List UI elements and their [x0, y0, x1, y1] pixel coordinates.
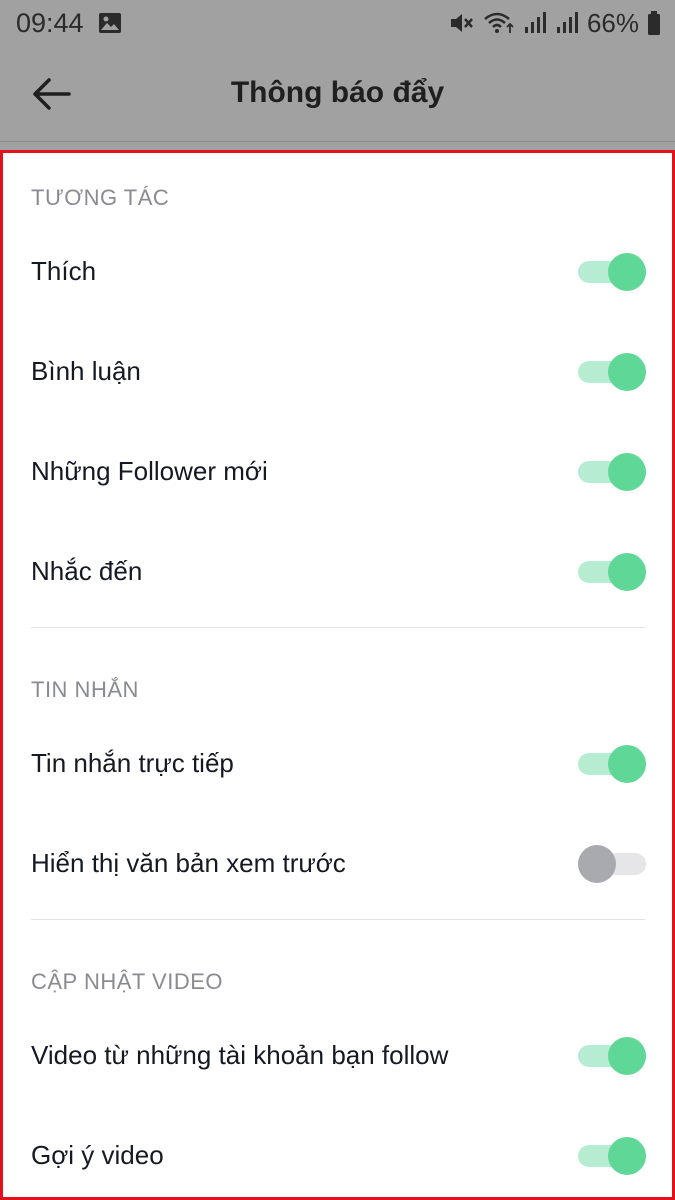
signal-icon: [523, 11, 547, 35]
setting-label: Hiển thị văn bản xem trước: [31, 847, 346, 878]
setting-label: Nhắc đến: [31, 555, 143, 586]
setting-row-video-suggestions[interactable]: Gợi ý video: [3, 1110, 672, 1200]
settings-content: TƯƠNG TÁC Thích Bình luận Những Follower…: [0, 150, 675, 1200]
section-divider: [31, 627, 645, 628]
battery-icon: [647, 10, 661, 36]
setting-label: Tin nhắn trực tiếp: [31, 747, 234, 778]
section-divider: [31, 919, 645, 920]
mute-icon: [449, 11, 475, 35]
setting-label: Những Follower mới: [31, 455, 268, 486]
setting-row-followed-videos[interactable]: Video từ những tài khoản bạn follow: [3, 1010, 672, 1100]
toggle-new-followers[interactable]: [578, 453, 646, 491]
setting-label: Thích: [31, 255, 97, 286]
toggle-followed-videos[interactable]: [578, 1037, 646, 1075]
toggle-direct-messages[interactable]: [578, 745, 646, 783]
setting-row-direct-messages[interactable]: Tin nhắn trực tiếp: [3, 718, 672, 808]
section-title-video-updates: CẬP NHẬT VIDEO: [31, 969, 224, 994]
setting-label: Bình luận: [31, 355, 141, 386]
section-title-interactions: TƯƠNG TÁC: [31, 185, 170, 210]
toggle-mentions[interactable]: [578, 553, 646, 591]
battery-percent: 66%: [586, 7, 639, 38]
status-time: 09:44: [16, 7, 84, 38]
app-header: Thông báo đẩy: [0, 46, 675, 142]
status-bar: 09:44 66%: [0, 0, 675, 46]
toggle-likes[interactable]: [578, 253, 646, 291]
section-title-messages: TIN NHẮN: [31, 677, 139, 702]
toggle-preview-text[interactable]: [578, 845, 646, 883]
setting-label: Gợi ý video: [31, 1139, 164, 1170]
toggle-video-suggestions[interactable]: [578, 1137, 646, 1175]
setting-row-likes[interactable]: Thích: [3, 226, 672, 316]
wifi-icon: [483, 11, 515, 35]
image-icon: [98, 12, 122, 34]
signal-icon: [555, 11, 579, 35]
status-bar-left: 09:44: [16, 8, 122, 39]
setting-row-comments[interactable]: Bình luận: [3, 326, 672, 416]
page-title: Thông báo đẩy: [230, 76, 445, 109]
toggle-comments[interactable]: [578, 353, 646, 391]
setting-row-mentions[interactable]: Nhắc đến: [3, 526, 672, 616]
setting-row-preview-text[interactable]: Hiển thị văn bản xem trước: [3, 818, 672, 908]
setting-row-new-followers[interactable]: Những Follower mới: [3, 426, 672, 516]
setting-label: Video từ những tài khoản bạn follow: [31, 1039, 449, 1070]
status-bar-right: 66%: [449, 8, 661, 39]
